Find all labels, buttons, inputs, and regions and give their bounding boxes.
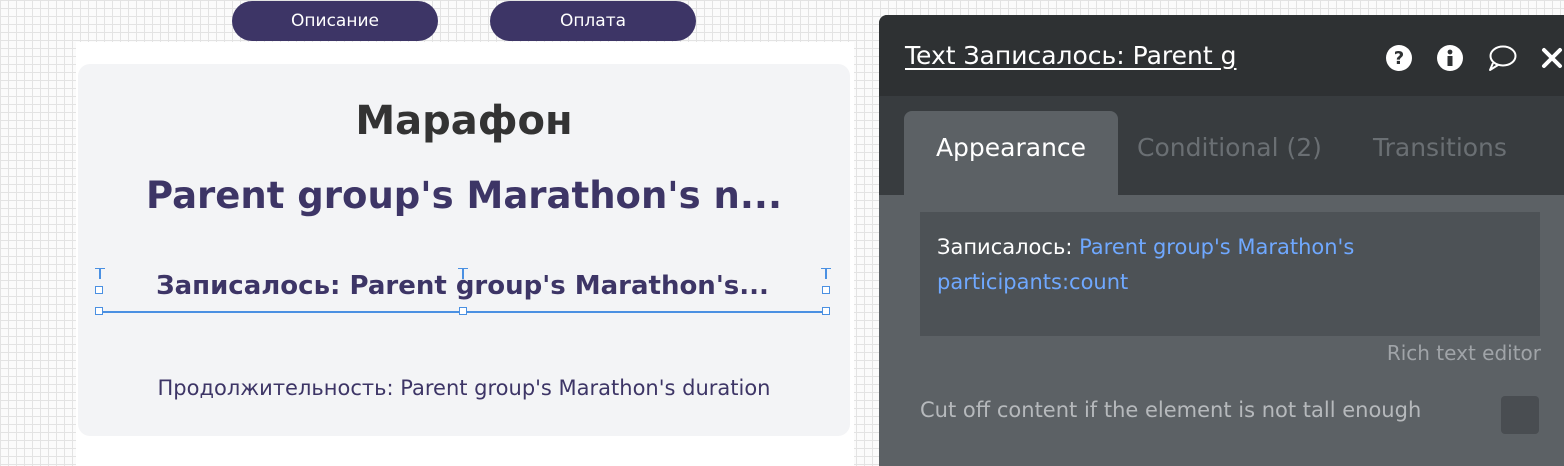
svg-text:?: ? (1394, 48, 1404, 69)
cutoff-option-label: Cut off content if the element is not ta… (920, 398, 1422, 422)
expression-static-text: Записалось: (937, 235, 1080, 259)
close-icon[interactable] (1540, 44, 1564, 76)
editor-tabs: Appearance Conditional (2) Transitions (879, 96, 1564, 195)
tab-conditional[interactable]: Conditional (2) (1137, 111, 1322, 195)
resize-handle-right[interactable] (822, 286, 830, 294)
resize-handle-left[interactable] (95, 286, 103, 294)
info-icon[interactable] (1436, 44, 1464, 76)
marathon-name-text[interactable]: Parent group's Marathon's n... (78, 174, 850, 217)
resize-handle-bottom-right[interactable] (822, 307, 830, 315)
tab-description-label: Описание (291, 11, 379, 31)
selected-enrolled-text[interactable]: Записалось: Parent group's Marathon's... (95, 268, 831, 315)
resize-anchor-top-right[interactable] (821, 268, 831, 280)
resize-handle-bottom-left[interactable] (95, 307, 103, 315)
comment-icon[interactable] (1487, 44, 1517, 76)
cutoff-checkbox[interactable] (1501, 396, 1539, 434)
text-expression-editor[interactable]: Записалось: Parent group's Marathon's pa… (920, 212, 1540, 336)
tab-appearance[interactable]: Appearance (904, 111, 1118, 195)
panel-header: Text Записалось: Parent g ? (879, 15, 1564, 96)
element-name-link[interactable]: Text Записалось: Parent g (905, 41, 1236, 70)
resize-anchor-top-middle[interactable] (458, 268, 468, 280)
tab-payment-button[interactable]: Оплата (490, 1, 696, 41)
property-editor-panel: Text Записалось: Parent g ? Appearance C… (879, 15, 1564, 466)
rich-text-editor-link[interactable]: Rich text editor (1387, 341, 1541, 365)
question-icon[interactable]: ? (1385, 44, 1413, 76)
resize-anchor-top-left[interactable] (95, 268, 105, 280)
resize-handle-bottom-middle[interactable] (459, 307, 467, 315)
duration-text[interactable]: Продолжительность: Parent group's Marath… (78, 376, 850, 400)
tab-transitions[interactable]: Transitions (1373, 111, 1507, 195)
card-title[interactable]: Марафон (78, 98, 850, 144)
tab-description-button[interactable]: Описание (232, 1, 438, 41)
tab-payment-label: Оплата (559, 11, 627, 31)
